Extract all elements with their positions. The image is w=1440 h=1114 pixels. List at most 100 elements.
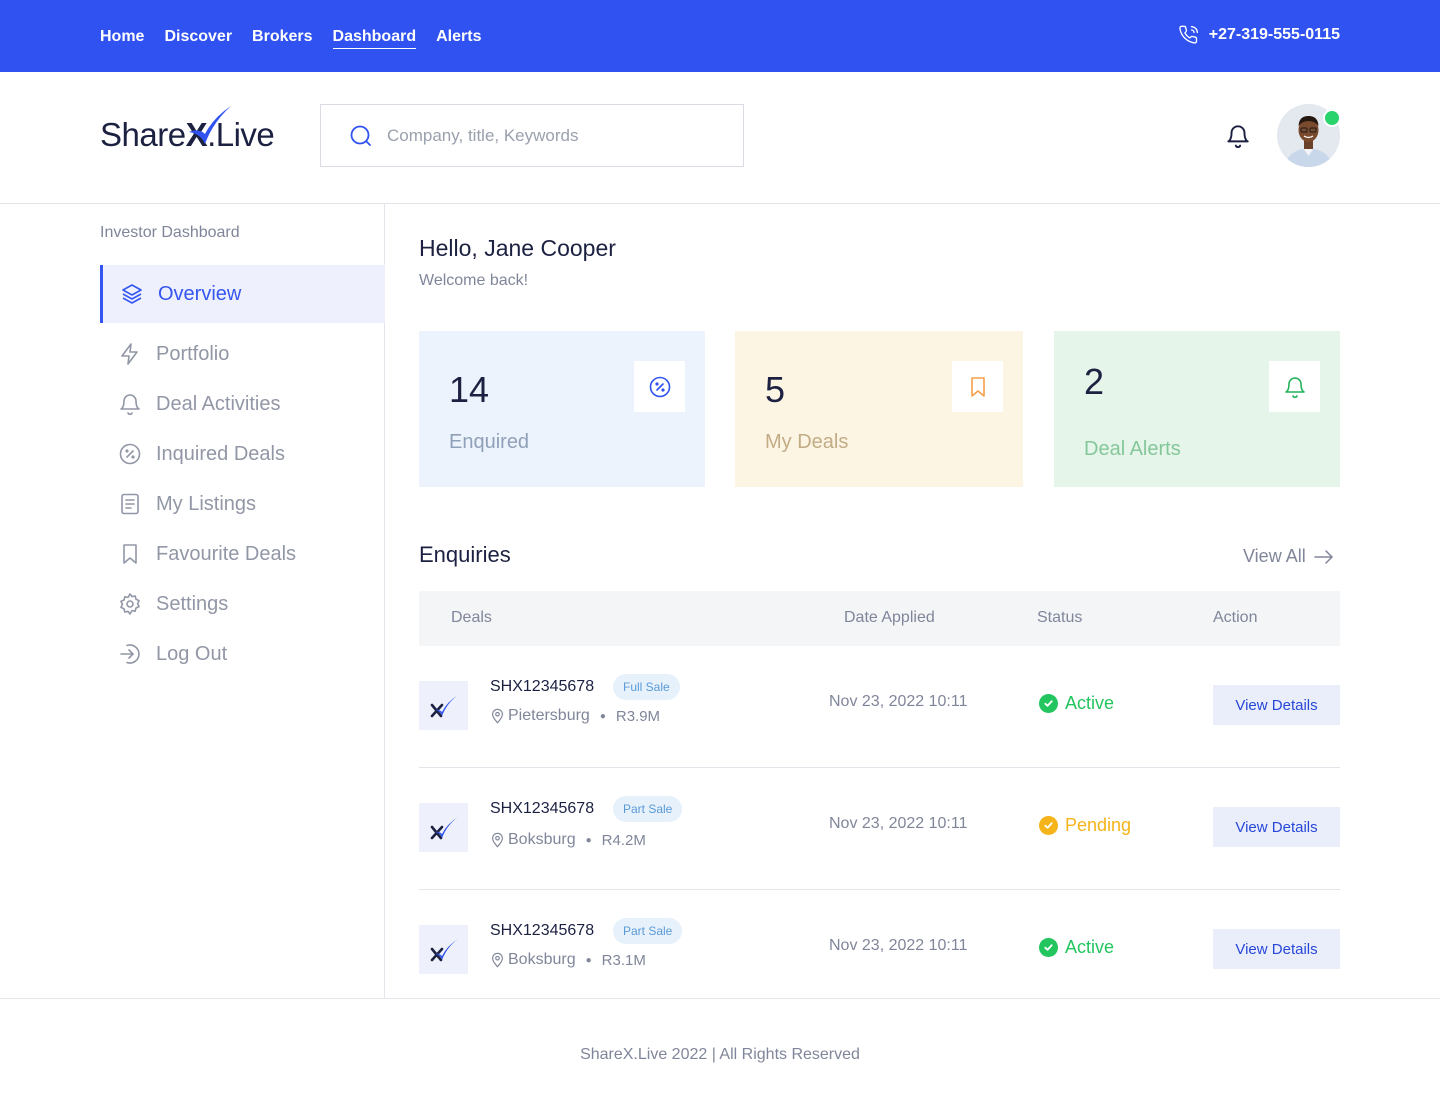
phone-icon xyxy=(1179,25,1198,44)
logo-check-icon xyxy=(189,106,231,144)
sidebar-item-label: My Listings xyxy=(156,492,257,515)
layers-icon xyxy=(122,284,142,304)
stat-card-my-deals[interactable]: 5 My Deals xyxy=(735,331,1023,487)
check-circle-icon xyxy=(1039,938,1058,957)
nav-dashboard[interactable]: Dashboard xyxy=(332,27,417,49)
nav-alerts[interactable]: Alerts xyxy=(436,27,481,49)
logo-main: Share xyxy=(100,116,186,153)
table-header: Deals Date Applied Status Action xyxy=(419,591,1340,646)
view-details-button[interactable]: View Details xyxy=(1213,685,1340,725)
stat-label: Enquired xyxy=(449,431,530,453)
sidebar-item-label: Deal Activities xyxy=(156,392,281,415)
percent-icon xyxy=(119,443,141,465)
notification-bell-icon[interactable] xyxy=(1225,122,1251,150)
status-badge: Pending xyxy=(1039,815,1131,836)
logo-x-icon xyxy=(430,816,458,839)
nav-home[interactable]: Home xyxy=(100,27,144,49)
stat-label: Deal Alerts xyxy=(1084,438,1181,460)
phone-contact[interactable]: +27-319-555-0115 xyxy=(1179,25,1340,45)
enquiries-title: Enquiries xyxy=(419,542,511,567)
lightning-icon xyxy=(121,343,138,365)
location-pin-icon xyxy=(492,952,503,968)
deal-price: R4.2M xyxy=(601,831,646,849)
percent-icon xyxy=(649,376,670,397)
sidebar-item-log-out[interactable]: Log Out xyxy=(100,625,385,683)
separator-dot: ● xyxy=(585,834,592,846)
search-icon xyxy=(350,125,371,146)
logo-x-icon xyxy=(430,938,458,961)
copyright-text: ShareX.Live 2022 | All Rights Reserved xyxy=(580,1046,860,1063)
deal-code[interactable]: SHX12345678 xyxy=(490,678,594,696)
stat-value: 5 xyxy=(765,369,786,410)
stat-label: My Deals xyxy=(765,431,849,453)
deal-code[interactable]: SHX12345678 xyxy=(490,922,594,940)
sidebar: Investor Dashboard Overview Portfolio De… xyxy=(0,204,385,998)
footer: ShareX.Live 2022 | All Rights Reserved xyxy=(0,998,1440,1114)
nav-brokers[interactable]: Brokers xyxy=(252,27,312,49)
search-box[interactable] xyxy=(320,104,744,167)
stat-card-deal-alerts[interactable]: 2 Deal Alerts xyxy=(1054,331,1340,487)
view-all-label: View All xyxy=(1243,546,1306,566)
arrow-right-icon xyxy=(1313,549,1333,564)
view-details-button[interactable]: View Details xyxy=(1213,929,1340,969)
sidebar-item-label: Portfolio xyxy=(156,342,230,365)
bookmark-icon xyxy=(123,544,137,564)
sale-type-badge: Part Sale xyxy=(613,796,683,822)
bookmark-icon xyxy=(970,376,985,397)
status-label: Active xyxy=(1065,693,1115,713)
deal-location: Pietersburg xyxy=(508,707,590,724)
search-input[interactable] xyxy=(387,125,707,146)
date-applied: Nov 23, 2022 10:11 xyxy=(829,937,968,954)
greeting: Hello, Jane Cooper xyxy=(419,235,616,261)
stat-card-enquired[interactable]: 14 Enquired xyxy=(419,331,705,487)
location-pin-icon xyxy=(492,708,503,724)
sidebar-item-label: Favourite Deals xyxy=(156,542,297,565)
deal-thumbnail xyxy=(419,681,468,730)
status-badge: Active xyxy=(1039,937,1114,958)
stat-value: 14 xyxy=(449,369,490,410)
deal-price: R3.9M xyxy=(615,707,661,725)
gear-icon xyxy=(120,593,140,615)
header: ShareX.Live xyxy=(0,72,1440,204)
deal-code[interactable]: SHX12345678 xyxy=(490,800,594,818)
welcome-text: Welcome back! xyxy=(419,272,529,289)
sidebar-item-label: Inquired Deals xyxy=(156,442,285,465)
bell-icon xyxy=(1284,376,1305,398)
deal-location: Boksburg xyxy=(508,831,576,848)
sale-type-badge: Part Sale xyxy=(613,918,683,944)
document-icon xyxy=(121,493,139,515)
logo[interactable]: ShareX.Live xyxy=(100,104,282,156)
check-circle-icon xyxy=(1039,816,1058,835)
column-header-date: Date Applied xyxy=(844,609,935,626)
stat-value: 2 xyxy=(1084,361,1105,402)
sidebar-title: Investor Dashboard xyxy=(100,224,240,241)
deal-price: R3.1M xyxy=(601,951,646,969)
nav-discover[interactable]: Discover xyxy=(164,27,232,49)
sidebar-item-label: Settings xyxy=(156,592,229,615)
deal-location: Boksburg xyxy=(508,951,576,968)
deal-thumbnail xyxy=(419,925,468,974)
online-status-dot xyxy=(1323,109,1341,127)
top-bar: Home Discover Brokers Dashboard Alerts +… xyxy=(0,0,1440,72)
location-pin-icon xyxy=(492,832,503,848)
deal-thumbnail xyxy=(419,803,468,852)
logo-x-icon xyxy=(430,694,458,717)
bell-icon xyxy=(120,394,140,416)
table-row: SHX12345678 Full Sale Pietersburg ● R3.9… xyxy=(419,646,1340,768)
view-all-link[interactable]: View All xyxy=(1243,546,1334,567)
date-applied: Nov 23, 2022 10:11 xyxy=(829,693,968,710)
status-label: Active xyxy=(1065,937,1115,957)
sidebar-item-overview[interactable]: Overview xyxy=(100,265,385,323)
status-label: Pending xyxy=(1065,815,1132,835)
column-header-action: Action xyxy=(1213,609,1258,626)
view-details-button[interactable]: View Details xyxy=(1213,807,1340,847)
separator-dot: ● xyxy=(599,710,606,722)
column-header-status: Status xyxy=(1037,609,1083,626)
sidebar-item-label: Log Out xyxy=(156,642,228,665)
status-badge: Active xyxy=(1039,693,1114,714)
sale-type-badge: Full Sale xyxy=(613,674,680,700)
separator-dot: ● xyxy=(585,954,592,966)
date-applied: Nov 23, 2022 10:11 xyxy=(829,815,968,832)
logout-icon xyxy=(120,644,140,664)
sidebar-item-label: Overview xyxy=(158,282,242,305)
